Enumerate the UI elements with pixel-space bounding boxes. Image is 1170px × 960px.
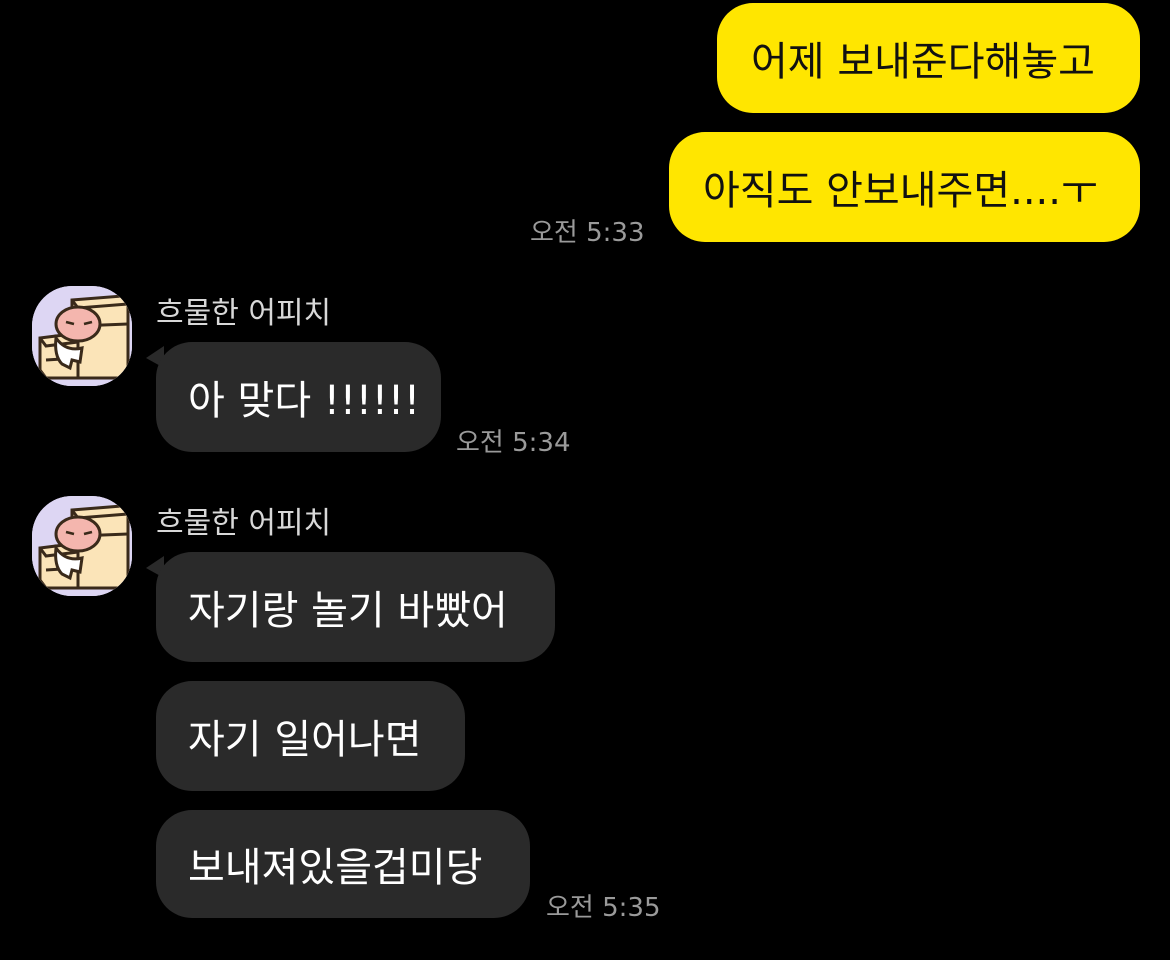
- message-timestamp: 오전 5:35: [546, 893, 661, 923]
- message-text: 보내져있을겁미당: [188, 845, 483, 891]
- sender-avatar[interactable]: [32, 496, 132, 596]
- chat-area: 어제 보내준다해놓고 아직도 안보내주면....ㅜ 오전 5:33 흐물한 어피…: [0, 0, 1170, 960]
- incoming-message-bubble[interactable]: 아 맞다 !!!!!!: [156, 342, 441, 452]
- message-text: 아직도 안보내주면....ㅜ: [703, 168, 1098, 214]
- sender-name: 흐물한 어피치: [156, 296, 332, 331]
- message-timestamp: 오전 5:33: [530, 218, 645, 248]
- apeach-stairs-icon: [32, 286, 132, 386]
- incoming-message-bubble[interactable]: 보내져있을겁미당: [156, 810, 530, 918]
- message-text: 어제 보내준다해놓고: [751, 39, 1095, 85]
- sender-name: 흐물한 어피치: [156, 506, 332, 541]
- apeach-stairs-icon: [32, 496, 132, 596]
- message-timestamp: 오전 5:34: [456, 428, 571, 458]
- incoming-message-bubble[interactable]: 자기 일어나면: [156, 681, 465, 791]
- outgoing-message-bubble[interactable]: 아직도 안보내주면....ㅜ: [669, 132, 1140, 242]
- message-text: 자기랑 놀기 바빴어: [188, 588, 508, 634]
- outgoing-message-bubble[interactable]: 어제 보내준다해놓고: [717, 3, 1140, 113]
- sender-avatar[interactable]: [32, 286, 132, 386]
- message-text: 자기 일어나면: [188, 717, 422, 763]
- incoming-message-bubble[interactable]: 자기랑 놀기 바빴어: [156, 552, 555, 662]
- message-text: 아 맞다 !!!!!!: [188, 378, 421, 424]
